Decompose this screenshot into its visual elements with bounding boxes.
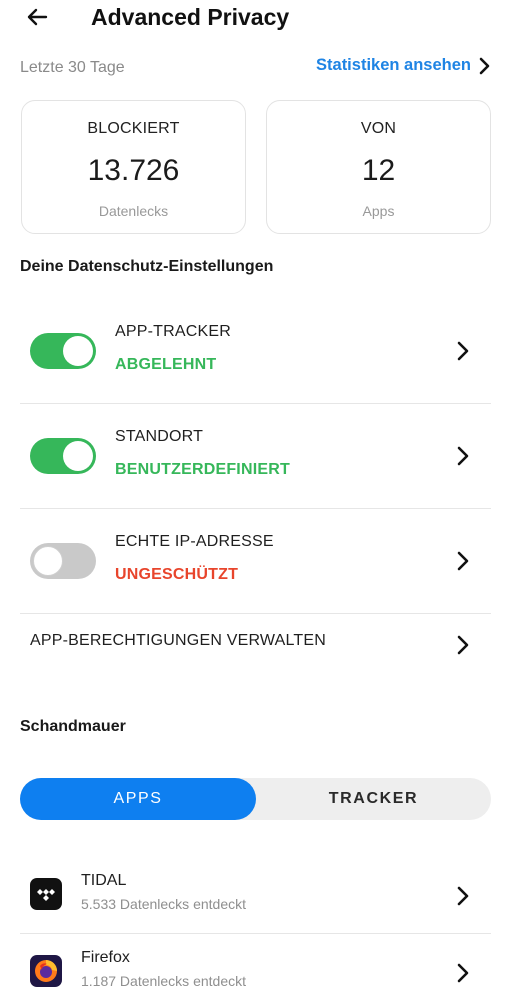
setting-status: ABGELEHNT	[115, 356, 217, 373]
toggle-knob	[33, 546, 63, 576]
list-item[interactable]: TIDAL 5.533 Datenlecks entdeckt	[20, 858, 491, 934]
blocked-leaks-card: BLOCKIERT 13.726 Datenlecks	[21, 100, 246, 234]
manage-permissions-label: APP-BERECHTIGUNGEN VERWALTEN	[30, 632, 327, 649]
period-row: Letzte 30 Tage Statistiken ansehen	[20, 56, 491, 82]
chevron-right-icon	[457, 963, 469, 983]
apps-card-value: 12	[361, 154, 396, 187]
tab-apps[interactable]: APPS	[20, 778, 256, 820]
chevron-right-icon	[457, 886, 469, 906]
app-name: TIDAL	[81, 872, 127, 889]
apps-card-unit: Apps	[362, 203, 395, 219]
blocked-card-value: 13.726	[87, 154, 180, 187]
setting-name: STANDORT	[115, 428, 204, 445]
list-item[interactable]: Firefox 1.187 Datenlecks entdeckt	[20, 935, 491, 1000]
chevron-right-icon	[457, 635, 469, 655]
manage-permissions-row[interactable]: APP-BERECHTIGUNGEN VERWALTEN	[20, 614, 491, 674]
setting-status: BENUTZERDEFINIERT	[115, 461, 290, 478]
tidal-icon	[30, 878, 62, 910]
location-toggle[interactable]	[30, 438, 96, 474]
wall-of-shame-title: Schandmauer	[20, 718, 126, 735]
apps-card-label: VON	[360, 120, 397, 137]
blocked-card-label: BLOCKIERT	[87, 120, 180, 137]
view-statistics-label: Statistiken ansehen	[316, 56, 471, 74]
app-leak-count: 1.187 Datenlecks entdeckt	[81, 973, 246, 989]
arrow-left-icon	[27, 8, 48, 26]
setting-row-real-ip[interactable]: ECHTE IP-ADRESSE UNGESCHÜTZT	[20, 510, 491, 614]
app-header: Advanced Privacy	[0, 0, 511, 36]
chevron-right-icon	[457, 551, 469, 571]
view-statistics-link[interactable]: Statistiken ansehen	[316, 56, 491, 75]
privacy-settings-title: Deine Datenschutz-Einstellungen	[20, 258, 274, 275]
firefox-icon	[30, 955, 62, 987]
app-leak-count: 5.533 Datenlecks entdeckt	[81, 896, 246, 912]
period-label: Letzte 30 Tage	[20, 59, 125, 76]
setting-row-app-tracker[interactable]: APP-TRACKER ABGELEHNT	[20, 300, 491, 404]
page-title: Advanced Privacy	[91, 4, 290, 30]
blocked-card-unit: Datenlecks	[98, 203, 169, 219]
tab-tracker[interactable]: TRACKER	[256, 778, 491, 820]
chevron-right-icon	[457, 341, 469, 361]
app-tracker-toggle[interactable]	[30, 333, 96, 369]
setting-name: APP-TRACKER	[115, 323, 231, 340]
real-ip-toggle[interactable]	[30, 543, 96, 579]
setting-status: UNGESCHÜTZT	[115, 566, 239, 583]
toggle-knob	[63, 441, 93, 471]
chevron-right-icon	[479, 57, 490, 74]
apps-count-card: VON 12 Apps	[266, 100, 491, 234]
toggle-knob	[63, 336, 93, 366]
setting-row-location[interactable]: STANDORT BENUTZERDEFINIERT	[20, 405, 491, 509]
chevron-right-icon	[457, 446, 469, 466]
app-name: Firefox	[81, 949, 130, 966]
setting-name: ECHTE IP-ADRESSE	[115, 533, 274, 550]
wall-tab-switcher: APPS TRACKER	[20, 778, 491, 820]
back-button[interactable]	[22, 2, 52, 32]
